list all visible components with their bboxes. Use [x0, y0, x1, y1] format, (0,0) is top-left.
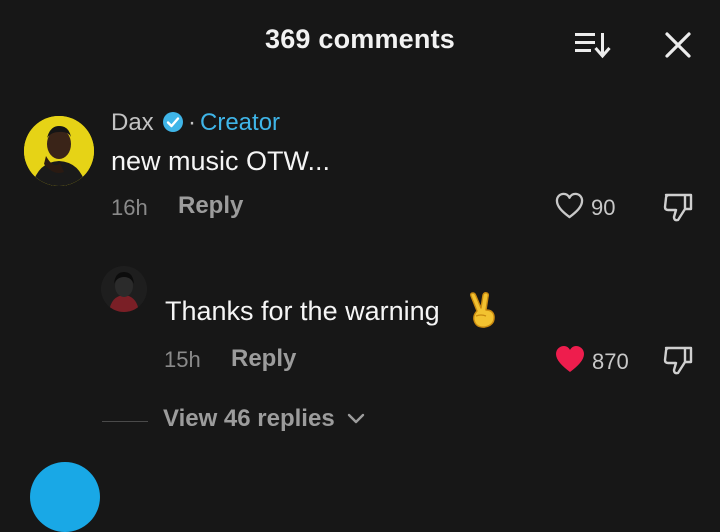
- like-count: 870: [592, 348, 629, 374]
- reply-timestamp: 15h: [164, 347, 201, 372]
- heart-filled-icon: [554, 344, 586, 379]
- thumbs-down-icon: [661, 193, 695, 228]
- comment-timestamp: 16h: [111, 195, 148, 220]
- reply-text: Thanks for the warning: [165, 296, 440, 326]
- comments-count-title: 369 comments: [265, 24, 455, 54]
- like-button-liked[interactable]: 870: [554, 344, 629, 379]
- reply-button[interactable]: Reply: [178, 192, 243, 220]
- dislike-button[interactable]: [661, 343, 695, 377]
- separator-dot: ·: [188, 109, 196, 136]
- reply-user-avatar[interactable]: [101, 266, 147, 312]
- thumbs-down-icon: [661, 346, 695, 381]
- close-icon[interactable]: [664, 31, 692, 59]
- chevron-down-icon[interactable]: [346, 412, 366, 431]
- victory-hand-icon: [466, 292, 498, 333]
- like-count: 90: [591, 195, 616, 220]
- replies-divider: [102, 421, 148, 422]
- creator-tag: Creator: [200, 109, 281, 136]
- comments-header: 369 comments: [0, 0, 720, 82]
- next-comment-avatar[interactable]: [30, 462, 100, 532]
- creator-avatar[interactable]: [24, 116, 94, 186]
- comment-username[interactable]: Dax: [111, 109, 154, 137]
- sort-icon[interactable]: [573, 29, 611, 59]
- like-button[interactable]: 90: [554, 191, 615, 225]
- verified-badge-icon: [162, 111, 184, 138]
- reply-button[interactable]: Reply: [231, 345, 296, 373]
- heart-outline-icon: [554, 191, 585, 225]
- view-replies-button[interactable]: View 46 replies: [163, 405, 335, 433]
- comment-text: new music OTW...: [111, 146, 331, 176]
- dislike-button[interactable]: [661, 190, 695, 224]
